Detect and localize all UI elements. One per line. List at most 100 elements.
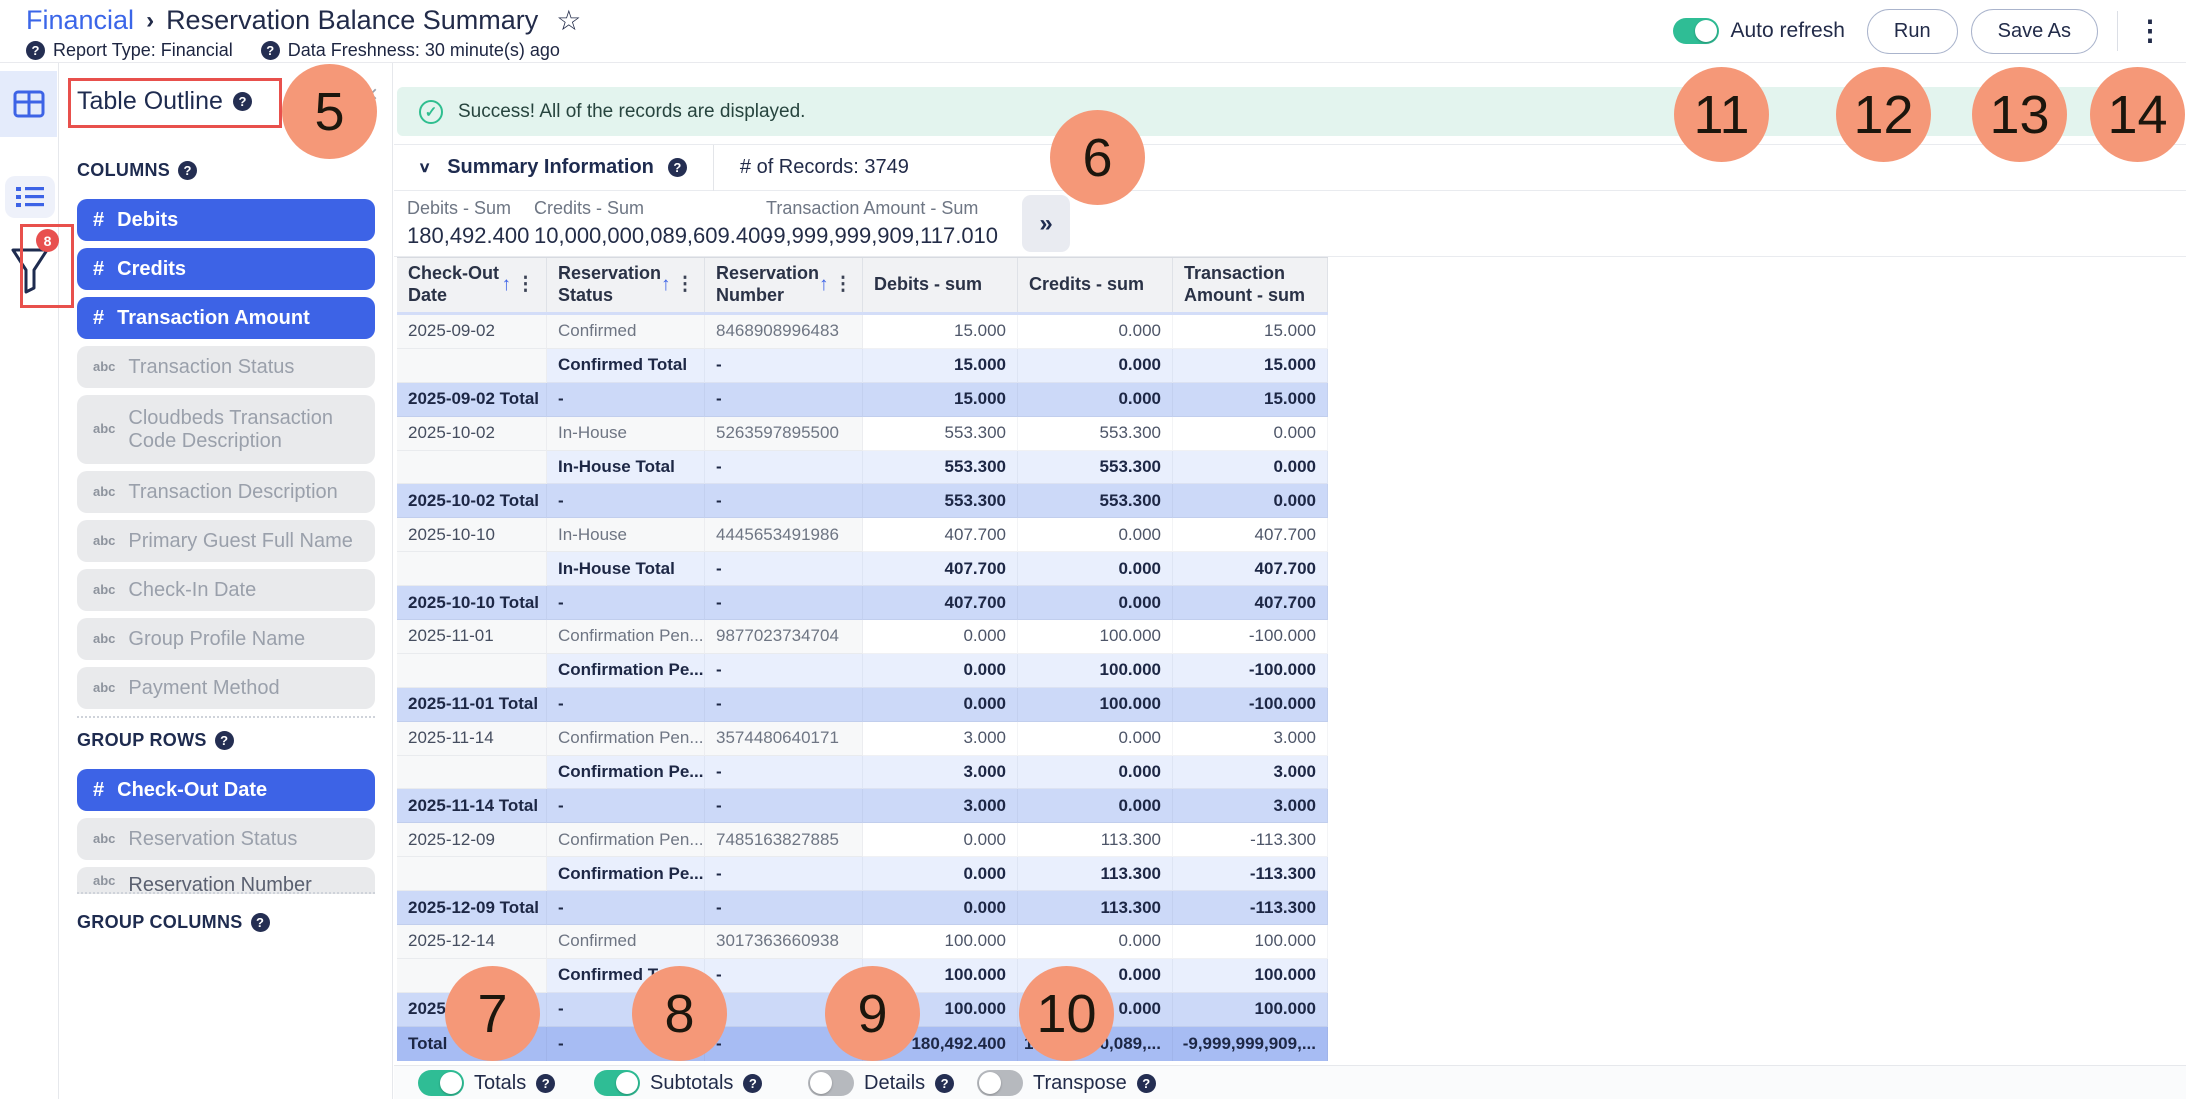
table-cell: Confirmation Pe... — [547, 756, 705, 790]
table-cell: - — [547, 586, 705, 620]
group-rows-pill-list: #Check-Out Date abcReservation Status abcR… — [77, 769, 374, 894]
group-row-pill[interactable]: abcReservation Number — [77, 867, 375, 894]
expand-summary-button[interactable]: » — [1022, 195, 1070, 252]
pill-label: Transaction Description — [128, 481, 337, 504]
column-pill[interactable]: abcCloudbeds Transaction Code Descriptio… — [77, 395, 375, 464]
table-cell: 100.000 — [1173, 959, 1328, 993]
column-pill[interactable]: #Debits — [77, 199, 375, 241]
help-icon[interactable]: ? — [1137, 1074, 1156, 1093]
save-as-button[interactable]: Save As — [1971, 9, 2098, 54]
text-field-icon: abc — [93, 485, 115, 500]
table-cell: 0.000 — [1018, 383, 1173, 417]
help-icon[interactable]: ? — [215, 731, 234, 750]
group-row-pill[interactable]: #Check-Out Date — [77, 769, 375, 811]
table-row-datetotal: 2025-10-10 Total--407.7000.000407.700 — [397, 586, 1328, 620]
help-icon[interactable]: ? — [26, 41, 45, 60]
transpose-toggle[interactable] — [977, 1070, 1023, 1096]
column-pill[interactable]: abc Transaction Description — [77, 471, 375, 513]
table-cell: Confirmation Pe... — [547, 857, 705, 891]
table-cell: 407.700 — [1173, 586, 1328, 620]
group-row-pill[interactable]: abcReservation Status — [77, 818, 375, 860]
column-header[interactable]: Reservation Status↑⋮ — [547, 258, 705, 312]
sidebar-item-list[interactable] — [5, 176, 55, 218]
sort-ascending-icon[interactable]: ↑ — [661, 274, 671, 297]
pill-label: Transaction Amount — [117, 307, 310, 330]
table-outline-panel: Table Outline ? × COLUMNS ? #Debits#Cred… — [59, 63, 393, 1099]
sort-ascending-icon[interactable]: ↑ — [819, 274, 829, 297]
run-button[interactable]: Run — [1867, 9, 1958, 54]
table-cell: 100.000 — [1018, 620, 1173, 654]
table-options-footer: Totals?Subtotals?Details?Transpose? — [394, 1065, 2186, 1099]
column-menu-kebab-icon[interactable]: ⋮ — [516, 274, 535, 297]
help-icon[interactable]: ? — [178, 161, 197, 180]
help-icon[interactable]: ? — [261, 41, 280, 60]
column-pill[interactable]: abcTransaction Status — [77, 346, 375, 388]
column-pill[interactable]: abcPayment Method — [77, 667, 375, 709]
column-pill[interactable]: abcGroup Profile Name — [77, 618, 375, 660]
column-header[interactable]: Reservation Number↑⋮ — [705, 258, 863, 312]
help-icon[interactable]: ? — [743, 1074, 762, 1093]
subtotals-toggle[interactable] — [594, 1070, 640, 1096]
table-cell: 407.700 — [863, 586, 1018, 620]
table-row-detail: 2025-12-14Confirmed3017363660938100.0000… — [397, 925, 1328, 959]
column-pill[interactable]: abcPrimary Guest Full Name — [77, 520, 375, 562]
chevron-down-icon[interactable]: ∨ — [418, 159, 431, 176]
toggle-group-transpose: Transpose? — [977, 1070, 1156, 1096]
table-row-subtotal: In-House Total-553.300553.3000.000 — [397, 451, 1328, 485]
table-cell: 2025-10-02 Total — [397, 484, 547, 518]
table-cell: 8468908996483 — [705, 315, 863, 349]
annotation-circle-10: 10 — [1019, 966, 1114, 1061]
table-cell: 0.000 — [1173, 451, 1328, 485]
annotation-circle-11: 11 — [1674, 67, 1769, 162]
table-cell: 0.000 — [863, 620, 1018, 654]
toggle-label: Subtotals — [650, 1072, 733, 1095]
report-main-area: ✓ Success! All of the records are displa… — [393, 63, 2186, 1099]
column-pill[interactable]: abcCheck-In Date — [77, 569, 375, 611]
table-cell: 0.000 — [1173, 484, 1328, 518]
pill-label: Cloudbeds Transaction Code Description — [128, 407, 359, 453]
column-menu-kebab-icon[interactable]: ⋮ — [676, 274, 695, 297]
pill-label: Group Profile Name — [128, 628, 305, 651]
table-cell: 2025-11-01 Total — [397, 688, 547, 722]
column-pill[interactable]: #Credits — [77, 248, 375, 290]
table-cell: 0.000 — [863, 688, 1018, 722]
summary-sums-row: Debits - Sum180,492.400 Credits - Sum10,… — [394, 191, 2186, 257]
toggle-label: Details — [864, 1072, 925, 1095]
auto-refresh-toggle[interactable] — [1673, 18, 1719, 44]
table-cell: Confirmed — [547, 925, 705, 959]
table-cell: 553.300 — [1018, 417, 1173, 451]
table-cell: 3574480640171 — [705, 722, 863, 756]
pill-label: Transaction Status — [128, 356, 294, 379]
sort-ascending-icon[interactable]: ↑ — [502, 274, 512, 297]
summary-information-label[interactable]: Summary Information — [447, 156, 654, 179]
help-icon[interactable]: ? — [668, 158, 687, 177]
help-icon[interactable]: ? — [251, 913, 270, 932]
table-cell: 407.700 — [863, 518, 1018, 552]
text-field-icon: abc — [93, 534, 115, 549]
table-cell: 0.000 — [1018, 349, 1173, 383]
table-cell: 0.000 — [1173, 417, 1328, 451]
table-cell: 15.000 — [863, 315, 1018, 349]
column-pill[interactable]: #Transaction Amount — [77, 297, 375, 339]
table-cell: 15.000 — [863, 349, 1018, 383]
table-cell — [397, 756, 547, 790]
more-options-kebab-icon[interactable]: ⋮ — [2136, 17, 2164, 45]
table-row-datetotal: 2025-11-01 Total--0.000100.000-100.000 — [397, 688, 1328, 722]
table-cell: 553.300 — [863, 417, 1018, 451]
table-cell: 2025-11-14 Total — [397, 789, 547, 823]
sidebar-item-table-outline[interactable] — [0, 71, 57, 137]
column-menu-kebab-icon[interactable]: ⋮ — [834, 274, 853, 297]
table-cell: -113.300 — [1173, 823, 1328, 857]
details-toggle[interactable] — [808, 1070, 854, 1096]
favorite-star-icon[interactable]: ☆ — [556, 4, 581, 37]
table-cell: 15.000 — [1173, 349, 1328, 383]
column-header-label: Reservation Number — [716, 263, 819, 306]
help-icon[interactable]: ? — [536, 1074, 555, 1093]
breadcrumb-link-financial[interactable]: Financial — [26, 5, 134, 36]
table-cell: 113.300 — [1018, 823, 1173, 857]
totals-toggle[interactable] — [418, 1070, 464, 1096]
table-cell: 407.700 — [863, 552, 1018, 586]
column-header[interactable]: Check-Out Date↑⋮ — [397, 258, 547, 312]
sum-block-transaction-amount: Transaction Amount - Sum-9,999,999,909,1… — [766, 198, 998, 249]
help-icon[interactable]: ? — [935, 1074, 954, 1093]
